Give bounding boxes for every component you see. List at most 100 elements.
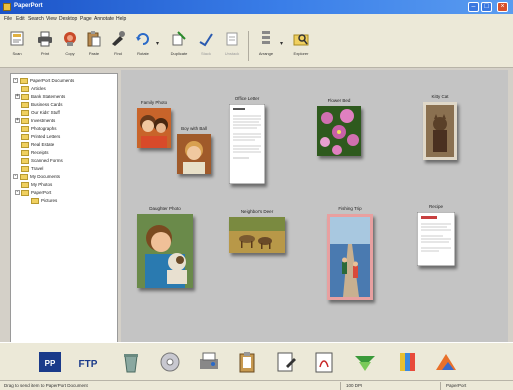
folder-icon xyxy=(21,158,29,164)
photo-thumbnail xyxy=(137,214,193,288)
svg-text:PP: PP xyxy=(45,359,56,368)
photo-app-icon[interactable] xyxy=(434,350,458,374)
recycle-icon[interactable] xyxy=(119,350,143,374)
folder-icon xyxy=(31,198,39,204)
desktop-item[interactable]: Boy with Ball xyxy=(177,126,211,174)
desktop-item[interactable]: Kitty Cat xyxy=(423,94,457,160)
status-divider xyxy=(440,382,441,390)
title-bar: PaperPort – □ × xyxy=(0,0,513,14)
clipboard-icon[interactable] xyxy=(235,350,259,374)
find-button[interactable]: Find xyxy=(105,28,131,66)
folder-icon xyxy=(21,142,29,148)
folder-icon xyxy=(21,94,29,100)
menu-bar: File Edit Search View Desktop Page Annot… xyxy=(0,14,513,25)
duplicate-button[interactable]: Duplicate xyxy=(166,28,192,66)
folder-icon xyxy=(21,190,29,196)
collapse-icon[interactable]: - xyxy=(13,174,18,179)
arrange-button[interactable]: Arrange xyxy=(253,28,279,66)
folder-icon xyxy=(21,126,29,132)
folder-icon xyxy=(20,174,28,180)
unstack-icon xyxy=(226,32,238,46)
menu-page[interactable]: Page xyxy=(80,16,92,22)
editor-icon[interactable] xyxy=(274,350,298,374)
explorer-icon xyxy=(293,34,309,46)
pdf-app-icon[interactable]: PP xyxy=(38,350,62,374)
unstack-button[interactable]: Unstack xyxy=(219,28,245,66)
desktop-item[interactable]: Family Photo xyxy=(137,100,171,148)
ftp-app-icon[interactable]: FTP xyxy=(76,350,100,374)
item-caption: Office Letter xyxy=(234,96,260,101)
status-message: Drag to send item to PaperPort Document xyxy=(4,383,88,388)
document-thumbnail xyxy=(229,104,265,184)
rotate-icon xyxy=(136,33,149,45)
item-caption: Neighbor's Deer xyxy=(240,209,274,214)
arrange-icon xyxy=(262,31,270,44)
rotate-button[interactable]: Rotate xyxy=(130,28,156,66)
print-icon xyxy=(38,31,52,47)
menu-search[interactable]: Search xyxy=(28,16,44,22)
copy-label: Copy xyxy=(65,51,75,56)
photo-thumbnail xyxy=(317,106,361,156)
scan-label: Scan xyxy=(12,51,22,56)
menu-edit[interactable]: Edit xyxy=(16,16,25,22)
folder-icon xyxy=(20,78,28,84)
paste-label: Paste xyxy=(88,51,100,56)
app-icon xyxy=(3,3,11,11)
toolbar-separator xyxy=(248,31,249,61)
desktop-item[interactable]: Recipe xyxy=(417,204,455,266)
print-button[interactable]: Print xyxy=(32,28,58,66)
folder-icon xyxy=(21,118,29,124)
folder-tree: - PaperPort Documents Articles + Bank Stat… xyxy=(10,73,118,343)
collapse-icon[interactable]: - xyxy=(13,78,18,83)
expand-icon[interactable]: + xyxy=(15,118,20,123)
photo-thumbnail xyxy=(137,108,171,148)
rotate-dropdown-icon[interactable]: ▾ xyxy=(156,40,159,47)
arrange-label: Arrange xyxy=(258,51,274,56)
copy-button[interactable]: Copy xyxy=(57,28,83,66)
paint-icon[interactable] xyxy=(395,350,419,374)
folder-icon xyxy=(21,110,29,116)
scan-button[interactable]: Scan xyxy=(4,28,30,66)
desktop-item[interactable]: Neighbor's Deer xyxy=(229,209,285,253)
item-caption: Kitty Cat xyxy=(431,94,449,99)
item-caption: Family Photo xyxy=(140,100,168,105)
folder-icon xyxy=(21,102,29,108)
photo-thumbnail xyxy=(229,217,285,253)
paste-button[interactable]: Paste xyxy=(81,28,107,66)
menu-desktop[interactable]: Desktop xyxy=(59,16,77,22)
duplicate-label: Duplicate xyxy=(170,51,188,56)
toolbar: Scan Print Copy Paste Find Rotate ▾ Dupl… xyxy=(0,25,513,68)
acrobat-icon[interactable] xyxy=(312,350,336,374)
copy-icon xyxy=(64,32,76,46)
status-pane-resolution: 100 DPI xyxy=(346,383,363,388)
document-thumbnail xyxy=(417,212,455,266)
menu-view[interactable]: View xyxy=(46,16,57,22)
desktop-item[interactable]: Daughter Photo xyxy=(137,206,193,288)
maximize-button[interactable]: □ xyxy=(481,2,492,12)
desktop-item[interactable]: Office Letter xyxy=(229,96,265,184)
mail-icon[interactable] xyxy=(353,350,377,374)
stack-label: Stack xyxy=(200,51,211,56)
desktop-item[interactable]: Fishing Trip xyxy=(327,206,373,300)
stack-icon xyxy=(199,33,213,47)
explorer-button[interactable]: Explorer xyxy=(288,28,314,66)
collapse-icon[interactable]: - xyxy=(15,190,20,195)
window-title: PaperPort xyxy=(14,3,43,9)
folder-icon xyxy=(21,182,29,188)
close-button[interactable]: × xyxy=(497,2,508,12)
menu-annotate[interactable]: Annotate xyxy=(94,16,114,22)
arrange-dropdown-icon[interactable]: ▾ xyxy=(280,40,283,47)
menu-help[interactable]: Help xyxy=(116,16,126,22)
item-caption: Boy with Ball xyxy=(181,126,207,131)
folder-icon xyxy=(21,150,29,156)
expand-icon[interactable]: + xyxy=(15,94,20,99)
folder-icon xyxy=(21,86,29,92)
photo-thumbnail xyxy=(327,214,373,300)
minimize-button[interactable]: – xyxy=(468,2,479,12)
cd-icon[interactable] xyxy=(158,350,182,374)
find-icon xyxy=(112,31,125,46)
stack-button[interactable]: Stack xyxy=(193,28,219,66)
desktop-item[interactable]: Flower Bed xyxy=(317,98,361,156)
fax-icon[interactable] xyxy=(197,350,221,374)
menu-file[interactable]: File xyxy=(4,16,12,22)
